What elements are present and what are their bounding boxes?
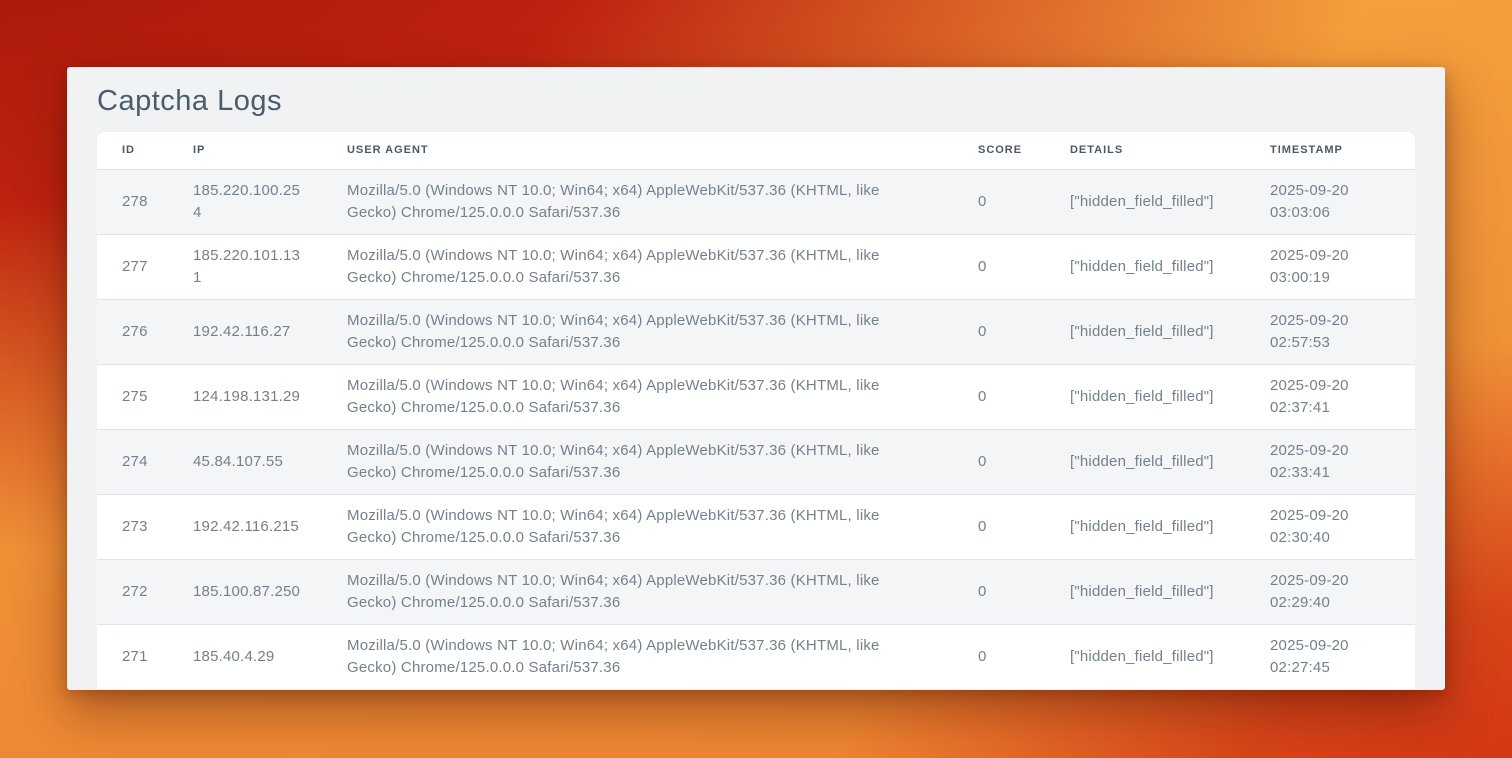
cell-score: 0 — [953, 624, 1045, 689]
table-row: 273192.42.116.215Mozilla/5.0 (Windows NT… — [97, 494, 1415, 559]
cell-id: 275 — [97, 364, 168, 429]
table-row: 271185.40.4.29Mozilla/5.0 (Windows NT 10… — [97, 624, 1415, 689]
cell-score: 0 — [953, 494, 1045, 559]
cell-timestamp: 2025-09-20 02:57:53 — [1245, 299, 1415, 364]
column-header-user_agent: USER AGENT — [322, 132, 953, 169]
cell-ip: 192.42.116.27 — [168, 299, 322, 364]
table-row: 277185.220.101.131Mozilla/5.0 (Windows N… — [97, 234, 1415, 299]
column-header-id: ID — [97, 132, 168, 169]
cell-timestamp: 2025-09-20 03:00:19 — [1245, 234, 1415, 299]
cell-score: 0 — [953, 429, 1045, 494]
cell-details: ["hidden_field_filled"] — [1045, 169, 1245, 234]
cell-timestamp: 2025-09-20 02:29:40 — [1245, 559, 1415, 624]
cell-score: 0 — [953, 169, 1045, 234]
table-row: 272185.100.87.250Mozilla/5.0 (Windows NT… — [97, 559, 1415, 624]
cell-id: 278 — [97, 169, 168, 234]
cell-timestamp: 2025-09-20 02:27:45 — [1245, 624, 1415, 689]
cell-user_agent: Mozilla/5.0 (Windows NT 10.0; Win64; x64… — [322, 169, 953, 234]
cell-details: ["hidden_field_filled"] — [1045, 494, 1245, 559]
table-row: 27445.84.107.55Mozilla/5.0 (Windows NT 1… — [97, 429, 1415, 494]
cell-timestamp: 2025-09-20 02:37:41 — [1245, 364, 1415, 429]
cell-id: 274 — [97, 429, 168, 494]
column-header-score: SCORE — [953, 132, 1045, 169]
cell-details: ["hidden_field_filled"] — [1045, 299, 1245, 364]
table-body: 278185.220.100.254Mozilla/5.0 (Windows N… — [97, 169, 1415, 689]
cell-id: 277 — [97, 234, 168, 299]
page-title: Captcha Logs — [97, 83, 1445, 119]
cell-ip: 185.100.87.250 — [168, 559, 322, 624]
cell-user_agent: Mozilla/5.0 (Windows NT 10.0; Win64; x64… — [322, 494, 953, 559]
cell-timestamp: 2025-09-20 02:30:40 — [1245, 494, 1415, 559]
cell-score: 0 — [953, 299, 1045, 364]
table-row: 276192.42.116.27Mozilla/5.0 (Windows NT … — [97, 299, 1415, 364]
cell-details: ["hidden_field_filled"] — [1045, 234, 1245, 299]
cell-ip: 185.220.100.254 — [168, 169, 322, 234]
cell-ip: 45.84.107.55 — [168, 429, 322, 494]
page-background: Captcha Logs IDIPUSER AGENTSCOREDETAILST… — [0, 0, 1512, 758]
cell-ip: 185.220.101.131 — [168, 234, 322, 299]
cell-user_agent: Mozilla/5.0 (Windows NT 10.0; Win64; x64… — [322, 299, 953, 364]
column-header-details: DETAILS — [1045, 132, 1245, 169]
cell-details: ["hidden_field_filled"] — [1045, 559, 1245, 624]
cell-details: ["hidden_field_filled"] — [1045, 364, 1245, 429]
cell-user_agent: Mozilla/5.0 (Windows NT 10.0; Win64; x64… — [322, 559, 953, 624]
cell-id: 271 — [97, 624, 168, 689]
table-row: 275124.198.131.29Mozilla/5.0 (Windows NT… — [97, 364, 1415, 429]
column-header-ip: IP — [168, 132, 322, 169]
cell-user_agent: Mozilla/5.0 (Windows NT 10.0; Win64; x64… — [322, 624, 953, 689]
cell-details: ["hidden_field_filled"] — [1045, 429, 1245, 494]
logs-table-container: IDIPUSER AGENTSCOREDETAILSTIMESTAMP 2781… — [97, 132, 1415, 689]
cell-user_agent: Mozilla/5.0 (Windows NT 10.0; Win64; x64… — [322, 364, 953, 429]
cell-details: ["hidden_field_filled"] — [1045, 624, 1245, 689]
cell-ip: 124.198.131.29 — [168, 364, 322, 429]
cell-score: 0 — [953, 559, 1045, 624]
cell-id: 272 — [97, 559, 168, 624]
cell-ip: 185.40.4.29 — [168, 624, 322, 689]
cell-timestamp: 2025-09-20 02:33:41 — [1245, 429, 1415, 494]
cell-user_agent: Mozilla/5.0 (Windows NT 10.0; Win64; x64… — [322, 234, 953, 299]
table-header-row: IDIPUSER AGENTSCOREDETAILSTIMESTAMP — [97, 132, 1415, 169]
column-header-timestamp: TIMESTAMP — [1245, 132, 1415, 169]
cell-timestamp: 2025-09-20 03:03:06 — [1245, 169, 1415, 234]
cell-score: 0 — [953, 364, 1045, 429]
cell-ip: 192.42.116.215 — [168, 494, 322, 559]
captcha-logs-table: IDIPUSER AGENTSCOREDETAILSTIMESTAMP 2781… — [97, 132, 1415, 689]
cell-id: 273 — [97, 494, 168, 559]
captcha-logs-card: Captcha Logs IDIPUSER AGENTSCOREDETAILST… — [67, 67, 1445, 690]
cell-id: 276 — [97, 299, 168, 364]
cell-user_agent: Mozilla/5.0 (Windows NT 10.0; Win64; x64… — [322, 429, 953, 494]
cell-score: 0 — [953, 234, 1045, 299]
table-row: 278185.220.100.254Mozilla/5.0 (Windows N… — [97, 169, 1415, 234]
